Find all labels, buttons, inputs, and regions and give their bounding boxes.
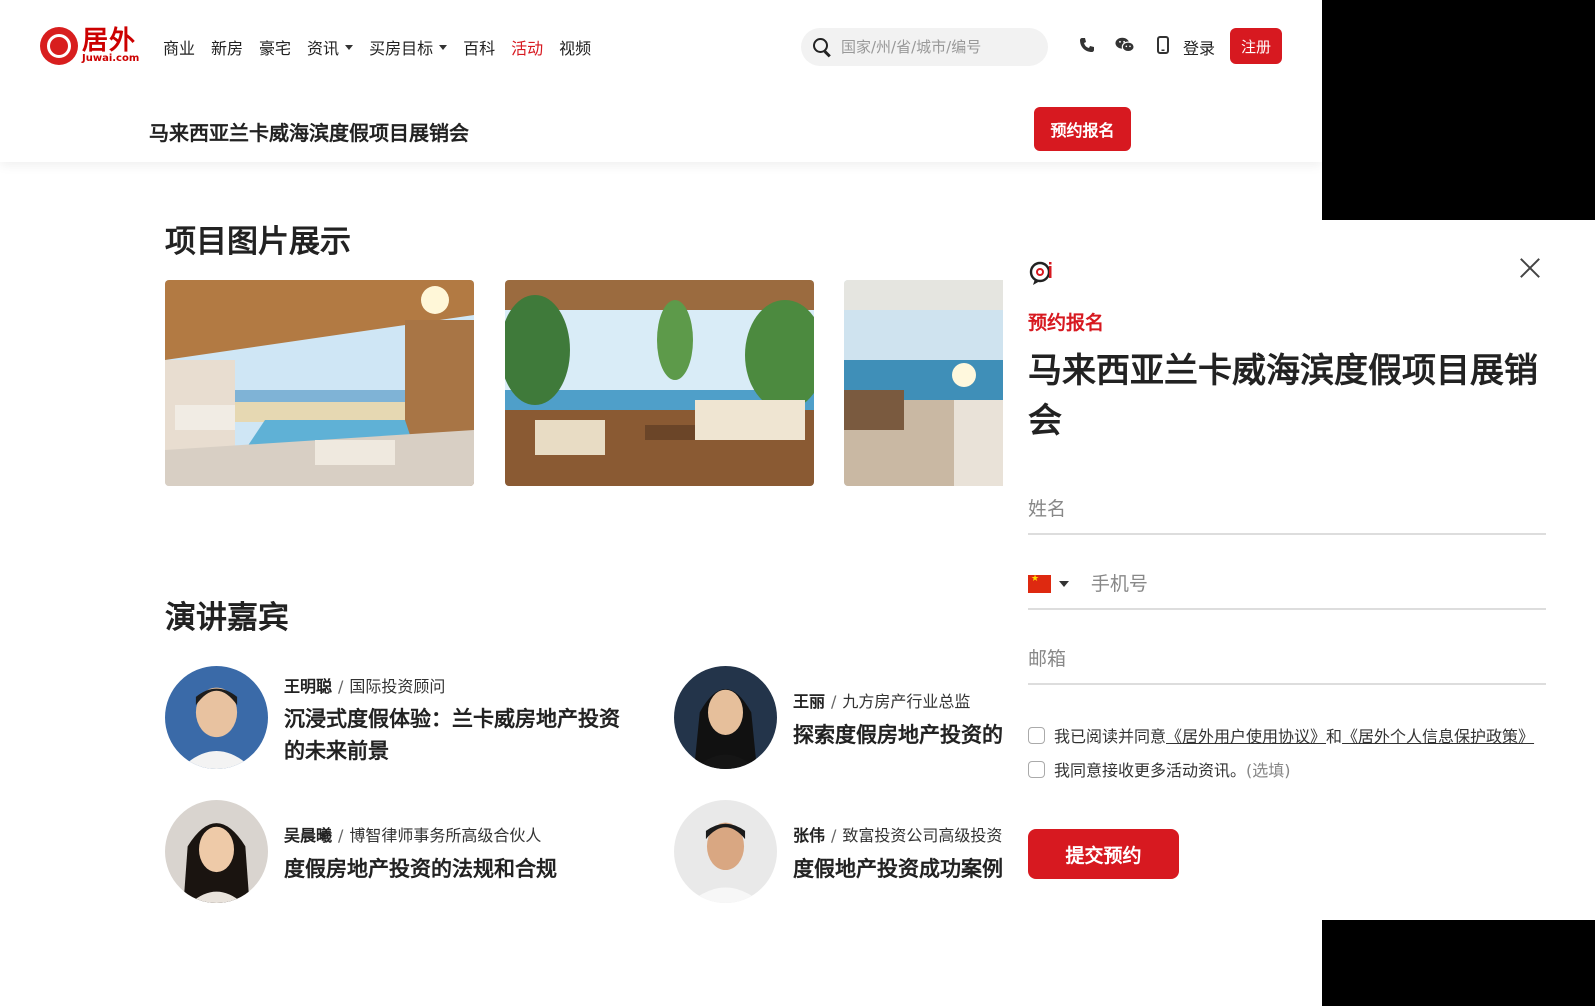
optin-row: 我同意接收更多活动资讯。 (选填) xyxy=(1028,757,1291,781)
speaker-meta: 王明聪 / 国际投资顾问 xyxy=(284,677,446,696)
speaker-card[interactable]: 吴晨曦 / 博智律师事务所高级合伙人 度假房地产投资的法规和合规 xyxy=(165,800,645,904)
wechat-icon[interactable] xyxy=(1115,34,1135,56)
speaker-talk: 沉浸式度假体验：兰卡威房地产投资的未来前景 xyxy=(284,707,620,763)
modal-kicker: 预约报名 xyxy=(1028,312,1105,334)
speaker-card[interactable]: 王丽 / 九方房产行业总监 探索度假房地产投资的 xyxy=(674,666,1003,770)
speaker-name: 张伟 xyxy=(793,826,826,845)
optin-checkbox[interactable] xyxy=(1028,760,1045,778)
submit-button[interactable]: 提交预约 xyxy=(1028,829,1179,879)
speaker-name: 吴晨曦 xyxy=(284,826,333,845)
agree-text: 我已阅读并同意 xyxy=(1054,727,1167,746)
speaker-role: 国际投资顾问 xyxy=(349,677,446,696)
email-field xyxy=(1028,635,1546,685)
optin-optional: (选填) xyxy=(1246,761,1291,780)
chevron-down-icon[interactable] xyxy=(1058,581,1069,587)
speaker-avatar xyxy=(165,666,268,769)
photo-gallery xyxy=(165,280,1003,487)
speaker-meta: 吴晨曦 / 博智律师事务所高级合伙人 xyxy=(284,826,542,845)
speaker-avatar xyxy=(674,666,777,769)
speaker-role: 致富投资公司高级投资 xyxy=(842,826,1003,845)
gallery-heading: 项目图片展示 xyxy=(165,224,351,260)
register-button[interactable]: 注册 xyxy=(1230,28,1282,64)
mobile-icon[interactable] xyxy=(1153,34,1173,56)
gallery-photo[interactable] xyxy=(165,280,474,486)
optin-text: 我同意接收更多活动资讯。 xyxy=(1054,761,1247,780)
speaker-talk: 度假地产投资成功案例 xyxy=(793,857,1003,881)
email-input[interactable] xyxy=(1028,648,1546,670)
gallery-photo[interactable] xyxy=(844,280,1003,486)
content-area: 项目图片展示 演讲嘉宾 王明聪 / 国际投资顾问 沉浸式度假体验：兰卡威房地产投… xyxy=(0,0,1003,1006)
phone-field xyxy=(1028,560,1546,610)
agree-row: 我已阅读并同意 《居外用户使用协议》 和 《居外个人信息保护政策》 xyxy=(1028,723,1534,747)
speaker-avatar xyxy=(674,800,777,903)
speaker-role: 九方房产行业总监 xyxy=(842,692,971,711)
juwai-chat-icon xyxy=(1029,260,1055,286)
phone-icon[interactable] xyxy=(1077,34,1097,56)
speaker-avatar xyxy=(165,800,268,903)
name-input[interactable] xyxy=(1028,498,1546,520)
speaker-meta: 张伟 / 致富投资公司高级投资 xyxy=(793,826,1003,845)
speaker-name: 王明聪 xyxy=(284,677,333,696)
header-icons xyxy=(1077,34,1173,56)
speakers-heading: 演讲嘉宾 xyxy=(165,600,289,636)
booking-modal: 预约报名 马来西亚兰卡威海滨度假项目展销会 我已阅读并同意 《居外用户使用协议》… xyxy=(1003,220,1595,920)
agree-and-text: 和 xyxy=(1326,727,1343,746)
speaker-meta: 王丽 / 九方房产行业总监 xyxy=(793,692,971,711)
speaker-card[interactable]: 张伟 / 致富投资公司高级投资 度假地产投资成功案例 xyxy=(674,800,1003,904)
modal-title: 马来西亚兰卡威海滨度假项目展销会 xyxy=(1028,351,1538,441)
phone-input[interactable] xyxy=(1090,573,1546,595)
gallery-photo[interactable] xyxy=(505,280,814,486)
user-agreement-link[interactable]: 《居外用户使用协议》 xyxy=(1166,723,1326,747)
speaker-card[interactable]: 王明聪 / 国际投资顾问 沉浸式度假体验：兰卡威房地产投资的未来前景 xyxy=(165,666,645,770)
close-icon[interactable] xyxy=(1518,256,1542,280)
login-link[interactable]: 登录 xyxy=(1183,35,1215,59)
speaker-talk: 探索度假房地产投资的 xyxy=(793,723,1003,747)
book-button[interactable]: 预约报名 xyxy=(1034,107,1131,151)
speaker-talk: 度假房地产投资的法规和合规 xyxy=(284,857,557,881)
speaker-role: 博智律师事务所高级合伙人 xyxy=(349,826,542,845)
privacy-policy-link[interactable]: 《居外个人信息保护政策》 xyxy=(1342,723,1534,747)
speaker-name: 王丽 xyxy=(793,692,826,711)
china-flag-icon[interactable] xyxy=(1028,574,1051,593)
agree-checkbox[interactable] xyxy=(1028,726,1045,744)
name-field xyxy=(1028,485,1546,535)
